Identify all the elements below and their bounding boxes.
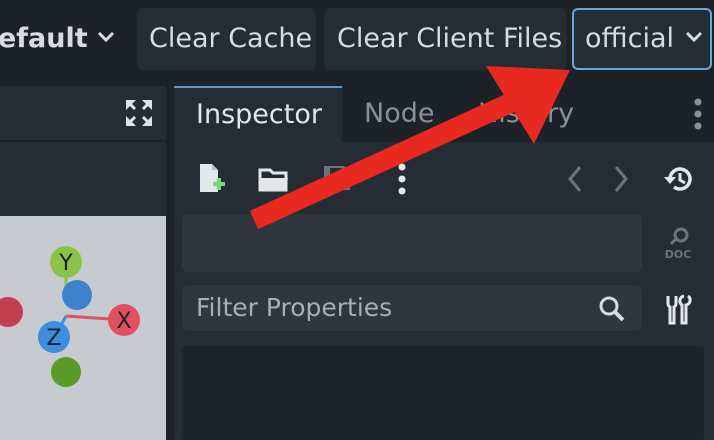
x-axis-label: X (116, 309, 131, 334)
kebab-menu-icon[interactable] (396, 162, 408, 196)
chevron-right-icon[interactable] (612, 164, 630, 194)
tab-node-label: Node (364, 98, 435, 129)
filter-properties-input[interactable]: Filter Properties (182, 285, 642, 331)
neg-x-handle[interactable] (0, 297, 23, 327)
tab-node[interactable]: Node (364, 86, 434, 142)
y-axis-label: Y (58, 251, 73, 276)
clear-client-files-button[interactable]: Clear Client Files (324, 8, 566, 70)
branch-select-label: official (585, 23, 675, 54)
tab-inspector[interactable]: Inspector (174, 86, 342, 142)
z-axis-label: Z (46, 326, 61, 351)
chevron-left-icon[interactable] (566, 164, 584, 194)
svg-text:DOC: DOC (665, 248, 692, 260)
axis-gizmo[interactable]: Y X Z (0, 216, 166, 440)
fullscreen-icon[interactable] (124, 98, 154, 128)
new-file-icon[interactable] (198, 162, 226, 194)
inspector-tabbar: Inspector Node History (174, 86, 714, 142)
neg-z-handle[interactable] (62, 280, 92, 310)
3d-viewport[interactable]: Y X Z (0, 216, 166, 440)
chevron-down-icon (685, 31, 703, 43)
clear-client-files-label: Clear Client Files (337, 23, 563, 54)
kebab-menu-icon[interactable] (692, 96, 704, 132)
tools-icon[interactable] (664, 292, 692, 326)
tab-history-label: History (478, 98, 575, 129)
panel-splitter[interactable] (166, 86, 174, 440)
tab-inspector-label: Inspector (196, 99, 322, 130)
search-icon (599, 296, 625, 322)
filter-placeholder: Filter Properties (196, 293, 393, 322)
scene-select[interactable]: efault (0, 8, 128, 70)
neg-y-handle[interactable] (51, 357, 81, 387)
history-icon[interactable] (662, 164, 694, 194)
save-icon[interactable] (322, 164, 352, 192)
clear-cache-button[interactable]: Clear Cache (137, 8, 316, 70)
viewport-header (0, 86, 166, 140)
branch-select[interactable]: official (572, 8, 712, 70)
tab-history[interactable]: History (478, 86, 574, 142)
doc-search-icon[interactable]: DOC (660, 226, 696, 260)
viewport-toolbar (0, 140, 166, 216)
chevron-down-icon (97, 31, 115, 43)
top-toolbar: efault Clear Cache Clear Client Files of… (0, 0, 714, 78)
object-path-field[interactable] (182, 214, 642, 272)
folder-open-icon[interactable] (258, 166, 290, 192)
clear-cache-label: Clear Cache (149, 23, 313, 54)
properties-list[interactable] (182, 346, 704, 440)
scene-select-label: efault (0, 23, 88, 54)
